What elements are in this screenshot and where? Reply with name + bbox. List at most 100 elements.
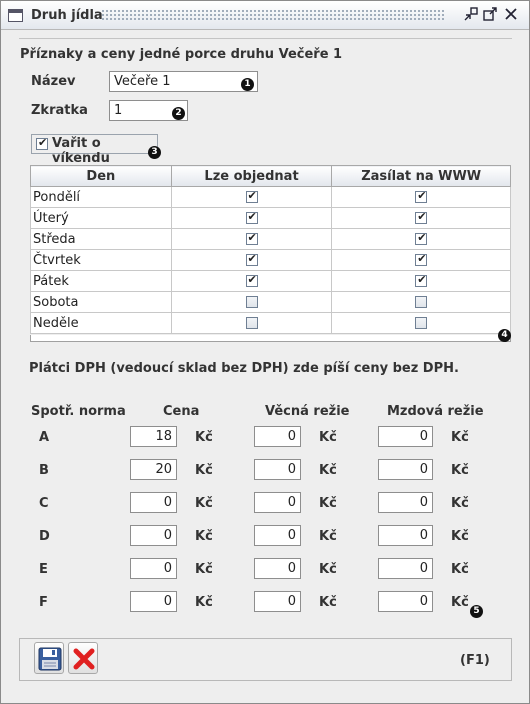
lze-objednat-checkbox[interactable] <box>245 231 258 245</box>
vecna-rezie-input[interactable]: 0 <box>254 492 301 513</box>
mzdova-rezie-input[interactable]: 0 <box>378 426 433 447</box>
zasilat-www-checkbox[interactable] <box>415 252 428 266</box>
zkratka-label: Zkratka <box>31 103 88 118</box>
save-icon <box>38 647 62 671</box>
lze-objednat-cell[interactable] <box>170 291 333 313</box>
lze-objednat-cell[interactable] <box>170 270 333 292</box>
close-icon[interactable] <box>503 7 519 23</box>
cena-currency: Kč <box>195 496 213 511</box>
cena-input[interactable]: 18 <box>130 426 177 447</box>
badge-2: 2 <box>172 107 185 120</box>
mzdova-currency: Kč <box>451 463 469 478</box>
vecna-rezie-input[interactable]: 0 <box>254 459 301 480</box>
lze-objednat-checkbox[interactable] <box>245 189 258 203</box>
table-row[interactable]: Středa <box>30 228 511 250</box>
cancel-icon <box>73 648 95 670</box>
weekend-checkbox[interactable]: Vařit o víkendu <box>31 134 158 166</box>
zasilat-www-cell[interactable] <box>331 186 511 208</box>
cena-currency: Kč <box>195 430 213 445</box>
shortcut-label: (F1) <box>460 653 490 668</box>
weekend-label: Vařit o víkendu <box>52 136 110 166</box>
vecna-rezie-input[interactable]: 0 <box>254 558 301 579</box>
vecna-rezie-input[interactable]: 0 <box>254 525 301 546</box>
vecna-currency: Kč <box>319 562 337 577</box>
zasilat-www-cell[interactable] <box>331 207 511 229</box>
vecna-rezie-input[interactable]: 0 <box>254 591 301 612</box>
zasilat-www-cell[interactable] <box>331 249 511 271</box>
zasilat-www-checkbox[interactable] <box>415 210 428 224</box>
table-row[interactable]: Čtvrtek <box>30 249 511 271</box>
day-cell: Čtvrtek <box>30 249 172 271</box>
mzdova-rezie-input[interactable]: 0 <box>378 591 433 612</box>
header-den[interactable]: Den <box>30 165 172 187</box>
lze-objednat-checkbox[interactable] <box>245 252 258 266</box>
title-bar[interactable]: Druh jídla <box>1 1 529 30</box>
lze-objednat-checkbox[interactable] <box>245 210 258 224</box>
day-cell: Sobota <box>30 291 172 313</box>
mzdova-rezie-input[interactable]: 0 <box>378 492 433 513</box>
norma-label: C <box>39 496 49 511</box>
badge-3: 3 <box>148 146 161 159</box>
lze-objednat-cell[interactable] <box>170 312 333 334</box>
zasilat-www-cell[interactable] <box>331 312 511 334</box>
lze-objednat-cell[interactable] <box>170 249 333 271</box>
cena-input[interactable]: 0 <box>130 558 177 579</box>
cena-input[interactable]: 20 <box>130 459 177 480</box>
vecna-currency: Kč <box>319 463 337 478</box>
zasilat-www-checkbox[interactable] <box>415 231 428 245</box>
cena-currency: Kč <box>195 529 213 544</box>
maximize-icon[interactable] <box>482 7 498 23</box>
minimize-icon[interactable] <box>463 7 479 23</box>
table-row[interactable]: Pátek <box>30 270 511 292</box>
save-button[interactable] <box>34 642 64 674</box>
table-row[interactable]: Sobota <box>30 291 511 313</box>
norma-label: D <box>39 529 50 544</box>
zasilat-www-cell[interactable] <box>331 228 511 250</box>
day-cell: Středa <box>30 228 172 250</box>
day-cell: Úterý <box>30 207 172 229</box>
table-row[interactable]: Neděle <box>30 312 511 334</box>
lze-objednat-cell[interactable] <box>170 228 333 250</box>
zasilat-www-checkbox[interactable] <box>415 189 428 203</box>
cena-input[interactable]: 0 <box>130 492 177 513</box>
zasilat-www-checkbox[interactable] <box>415 296 428 308</box>
mzdova-currency: Kč <box>451 496 469 511</box>
cena-currency: Kč <box>195 595 213 610</box>
norma-label: B <box>39 463 49 478</box>
top-separator <box>19 38 512 39</box>
mzdova-rezie-input[interactable]: 0 <box>378 558 433 579</box>
header-lze-objednat[interactable]: Lze objednat <box>170 165 333 187</box>
nazev-input[interactable]: Večeře 1 <box>109 71 258 92</box>
vat-note: Plátci DPH (vedoucí sklad bez DPH) zde p… <box>29 361 459 376</box>
cena-currency: Kč <box>195 463 213 478</box>
header-vecna-rezie: Věcná režie <box>265 404 350 419</box>
norma-label: A <box>39 430 50 445</box>
lze-objednat-cell[interactable] <box>170 186 333 208</box>
lze-objednat-checkbox[interactable] <box>245 317 258 329</box>
mzdova-currency: Kč <box>451 595 469 610</box>
zasilat-www-checkbox[interactable] <box>415 317 428 329</box>
lze-objednat-checkbox[interactable] <box>245 296 258 308</box>
norma-label: E <box>39 562 48 577</box>
mzdova-rezie-input[interactable]: 0 <box>378 525 433 546</box>
cancel-button[interactable] <box>68 642 98 674</box>
table-row[interactable]: Pondělí <box>30 186 511 208</box>
days-table-bottom <box>30 335 511 342</box>
cena-input[interactable]: 0 <box>130 591 177 612</box>
mzdova-rezie-input[interactable]: 0 <box>378 459 433 480</box>
lze-objednat-checkbox[interactable] <box>245 273 258 287</box>
zasilat-www-checkbox[interactable] <box>415 273 428 287</box>
window-title: Druh jídla <box>31 8 103 23</box>
dialog-window: Druh jídla Příznaky a ceny jedné porce d… <box>0 0 530 704</box>
cena-input[interactable]: 0 <box>130 525 177 546</box>
vecna-rezie-input[interactable]: 0 <box>254 426 301 447</box>
weekend-checkbox-box[interactable] <box>36 136 48 150</box>
zasilat-www-cell[interactable] <box>331 291 511 313</box>
zasilat-www-cell[interactable] <box>331 270 511 292</box>
header-zasilat-www[interactable]: Zasílat na WWW <box>331 165 511 187</box>
vecna-currency: Kč <box>319 529 337 544</box>
lze-objednat-cell[interactable] <box>170 207 333 229</box>
mzdova-currency: Kč <box>451 529 469 544</box>
cena-currency: Kč <box>195 562 213 577</box>
table-row[interactable]: Úterý <box>30 207 511 229</box>
